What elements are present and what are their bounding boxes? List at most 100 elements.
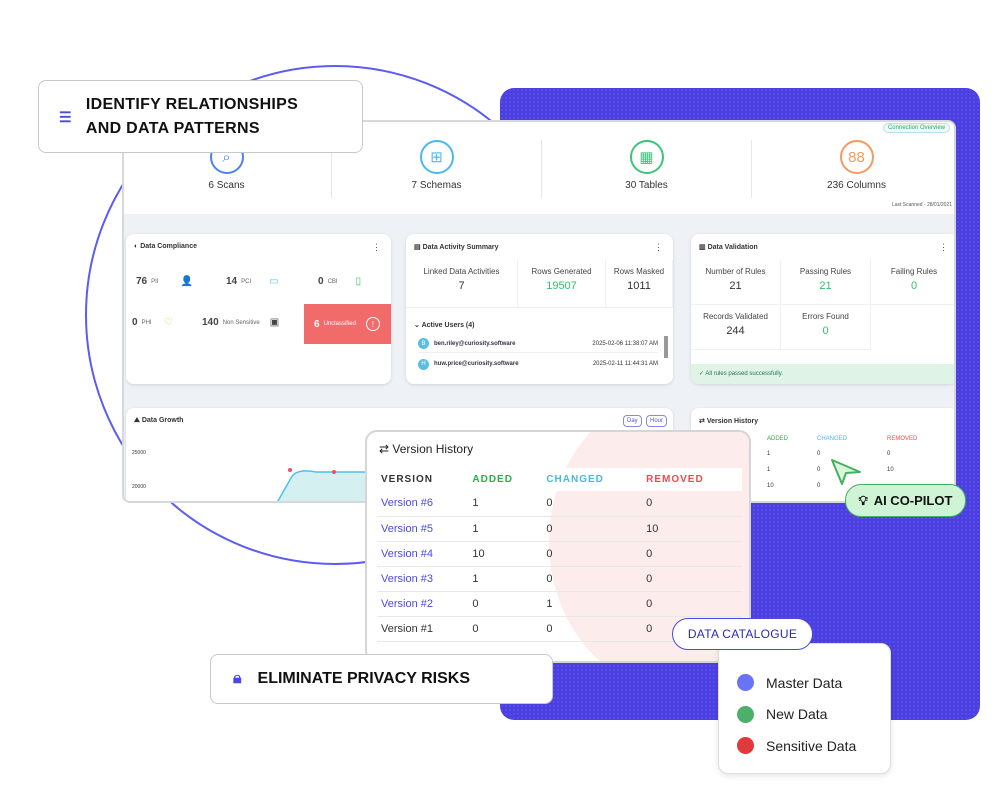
stat-tables: ▦ 30 Tables [544,122,749,214]
stat-label: 6 Scans [208,180,245,191]
metric: Rows Masked 1011 [606,260,673,308]
compliance-non-sensitive[interactable]: 140 Non Sensitive ▣ [202,317,279,328]
version-link[interactable]: Version #5 [377,516,469,542]
version-link[interactable]: Version #2 [377,591,469,617]
stat-label: 30 Tables [625,180,668,191]
legend-dot-icon [737,674,754,692]
history-icon: ⇄ [379,442,390,456]
added-value: 1 [468,516,543,542]
ai-copilot-badge[interactable]: 💡︎ AI CO-PILOT [845,484,966,517]
version-row[interactable]: Version #6 1 0 0 [377,491,742,517]
added-value: 0 [468,591,543,617]
square-icon: ▣ [269,317,280,328]
hour-button[interactable]: Hour [646,415,668,427]
catalogue-item[interactable]: Sensitive Data [737,730,890,762]
version-row[interactable]: Version #2 0 1 0 [377,591,742,617]
catalogue-item[interactable]: Master Data [737,667,890,699]
version-link[interactable]: Version #3 [377,566,469,592]
legend-dot-icon [737,705,754,723]
heart-icon: ♡ [163,317,173,328]
schema-icon: ⊞ [419,140,454,174]
user-row[interactable]: Bben.riley@curiosity.software 2025-02-06 … [418,335,658,353]
added-value: 10 [468,541,543,567]
metric-failing-rules: Failing Rules 0 [871,260,954,305]
card-title: ▤ Data Activity Summary [414,244,499,251]
metric: Errors Found 0 [781,305,871,350]
added-value: 1 [468,491,543,517]
data-catalogue-card: Master Data New Data Sensitive Data [718,643,891,774]
stat-schemas: ⊞ 7 Schemas [334,122,539,214]
alert-icon: ! [365,317,380,331]
catalogue-label: New Data [766,706,828,723]
changed-value: 0 [542,566,643,592]
removed-value: 0 [642,566,742,592]
removed-value: 10 [642,516,742,542]
catalogue-item[interactable]: New Data [737,699,890,731]
compliance-phi[interactable]: 0 PHI ♡ [132,317,173,328]
data-validation-card: ▥ Data Validation ⋮ Number of Rules 21 Pa… [691,234,954,384]
lock-icon: 🔒︎ [233,670,242,687]
more-icon[interactable]: ⋮ [372,242,381,253]
compliance-unclassified[interactable]: 6 Unclassified! [304,304,391,344]
stat-label: 236 Columns [827,180,886,191]
version-row[interactable]: Version #4 10 0 0 [377,541,742,567]
user-row[interactable]: Hhuw.price@curiosity.software 2025-02-11 … [418,355,658,373]
card-title: ⛰ Data Growth [134,417,184,424]
removed-value: 0 [642,541,742,567]
catalogue-label: Master Data [766,674,843,691]
legend-dot-icon [737,737,754,755]
card-title: ▥ Data Validation [699,244,758,251]
version-row[interactable]: Version #5 1 0 10 [377,516,742,542]
table-icon: ▦ [629,140,664,174]
version-link[interactable]: Version #6 [377,491,469,517]
day-button[interactable]: Day [623,415,642,427]
document-icon: ▯ [355,276,362,287]
data-point [332,470,336,474]
compliance-pii[interactable]: 76 PII 👤 [136,276,193,287]
changed-value: 0 [542,491,643,517]
metric: Rows Generated 19507 [518,260,606,308]
last-scanned: Last Scanned - 28/01/2021 [891,202,952,208]
header-removed: REMOVED [642,468,742,491]
header-added: ADDED [468,468,543,491]
data-activity-card: ▤ Data Activity Summary ⋮ Linked Data Ac… [406,234,673,384]
scrollbar[interactable] [664,336,668,358]
lightbulb-icon: 💡︎ [858,492,868,508]
version-link[interactable]: Version #4 [377,541,469,567]
added-value: 0 [468,616,543,642]
validation-status: ✓ All rules passed successfully. [691,364,954,384]
compliance-cbi[interactable]: 0 CBI ▯ [318,276,361,287]
user-shield-icon: 👤 [180,276,193,287]
cursor-arrow-icon [831,459,861,485]
added-value: 1 [468,566,543,592]
card-icon: ▭ [269,276,279,287]
data-catalogue-pill[interactable]: DATA CATALOGUE [672,618,813,650]
removed-value: 0 [642,491,742,517]
version-link: Version #1 [377,616,469,642]
removed-value: 0 [642,591,742,617]
active-users-toggle[interactable]: ⌄ Active Users (4) [414,321,474,329]
metric: Passing Rules 21 [781,260,871,305]
header-changed: CHANGED [542,468,643,491]
version-table: VERSION ADDED CHANGED REMOVED Version #6… [377,468,742,642]
metric: Records Validated 244 [691,305,781,350]
changed-value: 0 [542,541,643,567]
changed-value: 0 [542,516,643,542]
y-tick: 25000 [132,450,146,456]
version-row[interactable]: Version #3 1 0 0 [377,566,742,592]
data-point [288,468,292,472]
changed-value: 1 [542,591,643,617]
y-tick: 20000 [132,484,146,490]
metric: Number of Rules 21 [691,260,781,305]
stat-label: 7 Schemas [411,180,462,191]
identify-callout: ☰ IDENTIFY RELATIONSHIPS AND DATA PATTER… [38,80,363,153]
columns-icon: 88 [839,140,874,174]
more-icon[interactable]: ⋮ [654,242,663,253]
card-title: ◐ Data Compliance [134,243,197,250]
stat-columns: 88 236 Columns [754,122,954,214]
compliance-pci[interactable]: 14 PCI ▭ [226,276,279,287]
header-version: VERSION [377,468,469,491]
more-icon[interactable]: ⋮ [939,242,948,253]
data-compliance-card: ◐ Data Compliance ⋮ 76 PII 👤 14 PCI ▭ 0 CBI ▯ … [126,234,391,384]
metric: Linked Data Activities 7 [406,260,518,308]
